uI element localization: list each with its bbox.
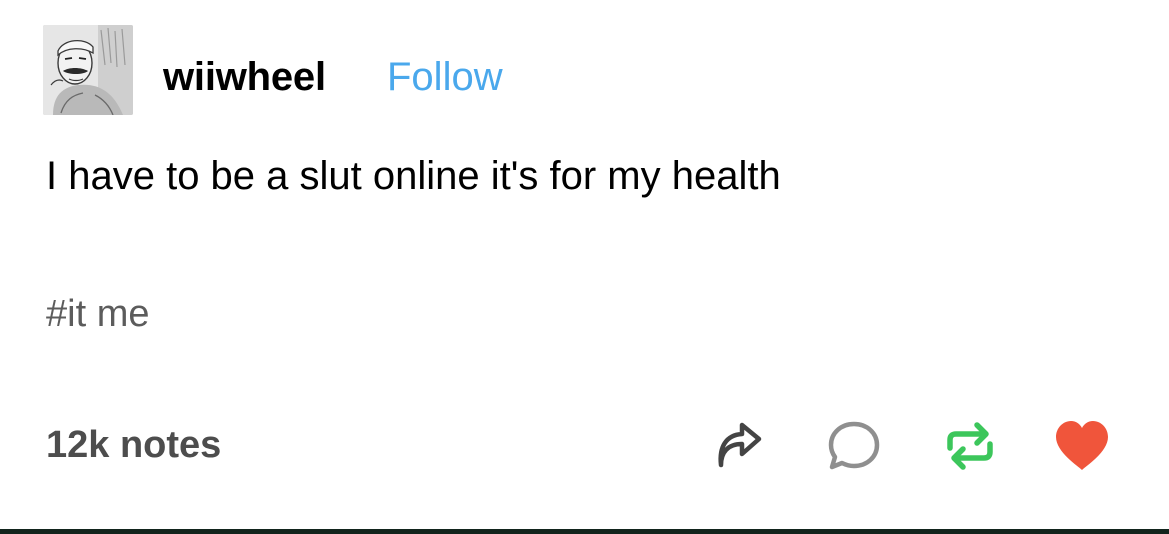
reblog-icon [947, 422, 993, 470]
share-button[interactable] [708, 416, 768, 476]
heart-icon [1056, 421, 1108, 470]
avatar-image [43, 25, 133, 115]
avatar[interactable] [43, 25, 133, 115]
like-button[interactable] [1052, 416, 1112, 476]
post-tag[interactable]: #it me [46, 288, 149, 340]
reblog-button[interactable] [940, 416, 1000, 476]
post-actions [700, 416, 1130, 476]
notes-count[interactable]: 12k notes [46, 419, 221, 471]
follow-button[interactable]: Follow [387, 51, 503, 103]
username-link[interactable]: wiiwheel [163, 51, 326, 103]
share-arrow-icon [718, 422, 762, 468]
bottom-divider [0, 529, 1169, 534]
post-card: wiiwheel Follow I have to be a slut onli… [0, 0, 1169, 529]
reply-bubble-icon [828, 421, 880, 470]
post-body-text: I have to be a slut online it's for my h… [46, 154, 781, 198]
reply-button[interactable] [824, 416, 884, 476]
